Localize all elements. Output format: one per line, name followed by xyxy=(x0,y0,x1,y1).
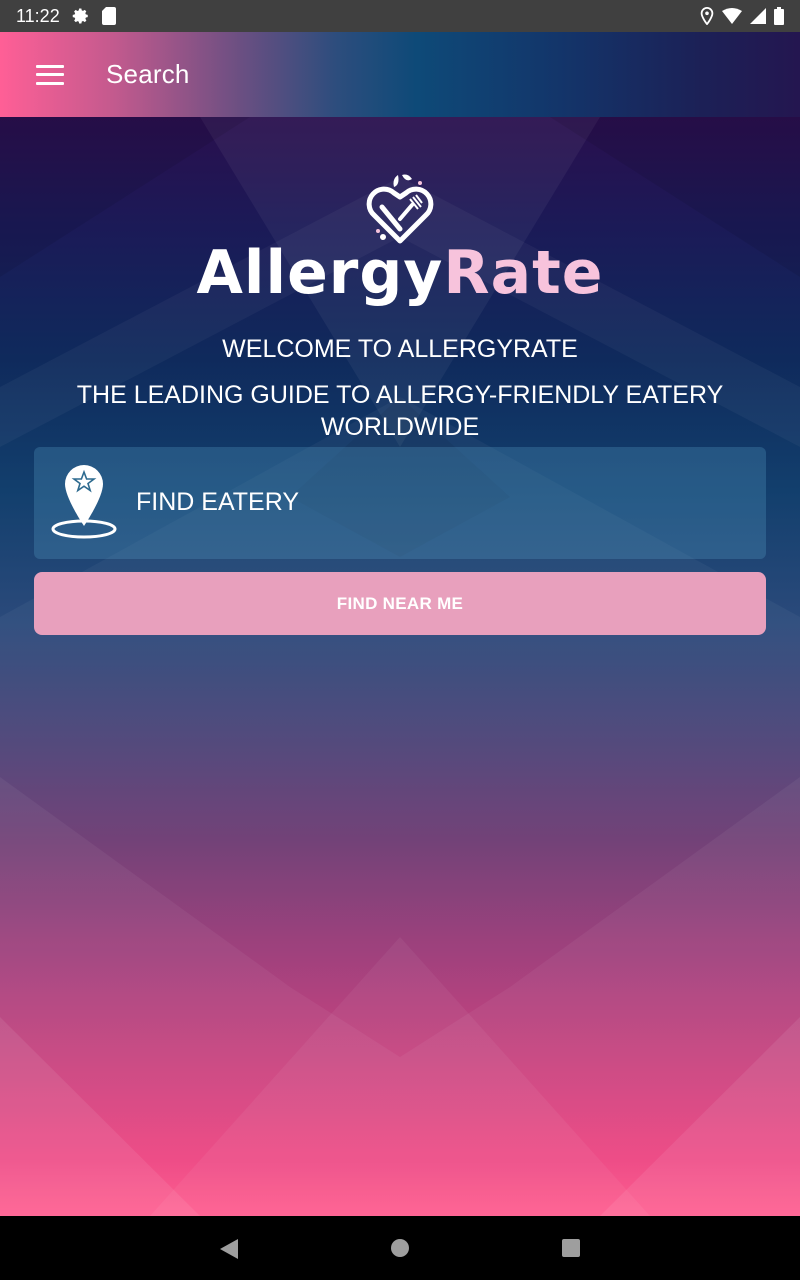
app-bar: Search xyxy=(0,32,800,117)
home-icon[interactable] xyxy=(390,1238,410,1263)
find-near-me-button[interactable]: FIND NEAR ME xyxy=(34,572,766,635)
find-eatery-label: FIND EATERY xyxy=(136,487,299,516)
recents-icon[interactable] xyxy=(561,1238,581,1263)
battery-icon xyxy=(774,7,784,25)
tagline: THE LEADING GUIDE TO ALLERGY-FRIENDLY EA… xyxy=(76,381,724,441)
status-time: 11:22 xyxy=(16,5,60,26)
app-title: Search xyxy=(106,59,190,89)
back-icon[interactable] xyxy=(219,1238,239,1265)
sd-card-icon xyxy=(101,7,116,25)
settings-icon xyxy=(72,7,90,25)
heart-apple-fork-knife-icon xyxy=(366,174,434,244)
logo-text: AllergyRate xyxy=(0,243,800,303)
logo-text-allergy: Allergy xyxy=(196,238,444,308)
location-icon xyxy=(700,7,714,25)
main-content: AllergyRate WELCOME TO ALLERGYRATE THE L… xyxy=(0,117,800,1216)
logo-text-rate: Rate xyxy=(443,238,604,308)
logo: AllergyRate xyxy=(0,169,800,303)
status-bar: 11:22 xyxy=(0,0,800,32)
find-eatery-button[interactable]: FIND EATERY xyxy=(34,447,766,559)
wifi-icon xyxy=(722,8,742,24)
signal-icon xyxy=(750,8,766,24)
navigation-bar xyxy=(0,1216,800,1280)
map-pin-star-icon xyxy=(50,463,118,544)
hamburger-menu-icon[interactable] xyxy=(36,64,64,85)
welcome-heading: WELCOME TO ALLERGYRATE xyxy=(222,335,578,363)
